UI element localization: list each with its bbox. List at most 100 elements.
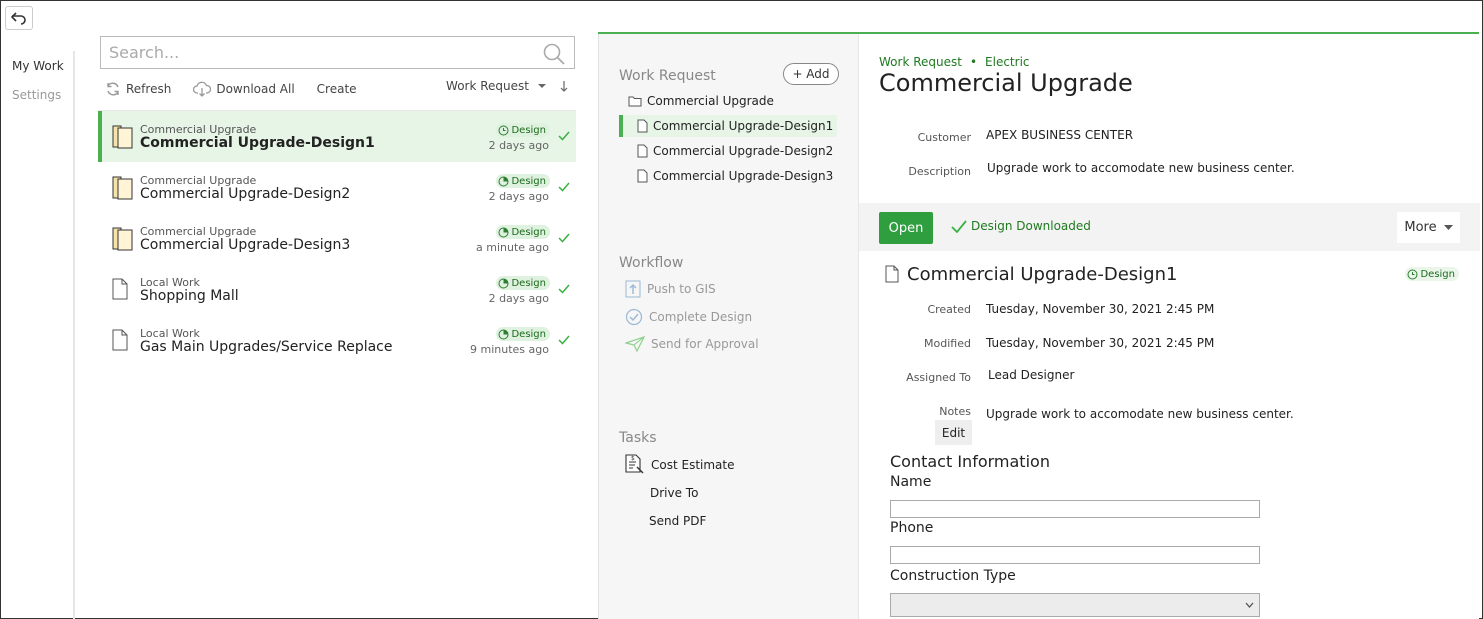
status-badge: Design — [496, 174, 550, 188]
breadcrumb: Work Request • Electric — [879, 55, 1030, 69]
push-to-gis-action[interactable]: Push to GIS — [625, 280, 716, 298]
refresh-button[interactable]: Refresh — [105, 81, 171, 97]
assigned-to-value: Lead Designer — [988, 368, 1075, 382]
phone-label: Phone — [890, 520, 934, 536]
tree-item-label: Commercial Upgrade-Design3 — [653, 169, 834, 183]
created-label: Created — [927, 303, 971, 316]
filter-dropdown[interactable]: Work Request — [446, 79, 529, 93]
document-icon — [637, 119, 648, 133]
badge-label: Design — [511, 328, 546, 340]
page-title: Commercial Upgrade — [879, 69, 1133, 97]
status-badge: Design — [496, 123, 550, 137]
check-icon — [558, 284, 570, 294]
check-icon — [558, 182, 570, 192]
task-send-pdf[interactable]: Send PDF — [649, 514, 706, 528]
caret-down-icon[interactable] — [537, 83, 547, 89]
design-title: Commercial Upgrade-Design1 — [907, 264, 1178, 285]
check-circle-icon — [625, 308, 643, 326]
filter-controls: Work Request — [446, 79, 569, 93]
name-field[interactable] — [890, 500, 1260, 518]
search-box — [100, 36, 575, 69]
tree-item-design3[interactable]: Commercial Upgrade-Design3 — [637, 169, 833, 183]
list-item[interactable]: Commercial Upgrade Commercial Upgrade-De… — [98, 162, 576, 213]
undo-icon — [11, 12, 26, 25]
description-label: Description — [908, 165, 971, 178]
list-item[interactable]: Local Work Gas Main Upgrades/Service Rep… — [98, 315, 576, 366]
nav-my-work[interactable]: My Work — [1, 51, 75, 80]
caret-down-icon — [1443, 225, 1453, 230]
badge-label: Design — [511, 175, 546, 187]
folder-icon — [628, 96, 642, 107]
status-badge: Design — [496, 276, 550, 290]
refresh-icon — [107, 82, 119, 96]
upload-icon — [625, 280, 641, 298]
modified-label: Modified — [924, 337, 971, 350]
nav-settings[interactable]: Settings — [1, 80, 75, 109]
more-button[interactable]: More — [1397, 212, 1460, 243]
cloud-download-icon — [193, 81, 212, 97]
complete-design-action[interactable]: Complete Design — [625, 308, 752, 326]
open-button[interactable]: Open — [879, 212, 933, 244]
check-icon — [951, 219, 967, 233]
more-label: More — [1404, 220, 1437, 235]
customer-value: APEX BUSINESS CENTER — [986, 128, 1134, 142]
phone-field[interactable] — [890, 546, 1260, 564]
name-label: Name — [890, 474, 932, 490]
check-icon — [558, 233, 570, 243]
search-input[interactable] — [109, 43, 529, 62]
construction-type-label: Construction Type — [890, 568, 1016, 584]
badge-label: Design — [511, 277, 546, 289]
assigned-to-label: Assigned To — [906, 371, 971, 384]
tree-item-label: Commercial Upgrade-Design1 — [653, 119, 834, 133]
breadcrumb-work-request[interactable]: Work Request — [879, 55, 962, 69]
download-all-label: Download All — [216, 82, 295, 96]
search-icon[interactable] — [542, 42, 566, 69]
list-item[interactable]: Commercial Upgrade Commercial Upgrade-De… — [98, 213, 576, 264]
edit-notes-button[interactable]: Edit — [935, 420, 972, 445]
chevron-down-icon — [1245, 602, 1254, 608]
sort-arrow-icon[interactable] — [559, 80, 569, 92]
task-cost-estimate[interactable]: Cost Estimate — [651, 458, 735, 472]
construction-type-select[interactable] — [890, 593, 1260, 617]
back-button[interactable] — [5, 6, 33, 30]
clock-icon — [498, 125, 509, 135]
side-nav: My Work Settings — [1, 51, 75, 109]
item-time: 2 days ago — [488, 139, 549, 152]
badge-label: Design — [511, 226, 546, 238]
design-status-badge: Design — [1405, 267, 1459, 281]
send-for-approval-action[interactable]: Send for Approval — [625, 336, 759, 352]
list-item[interactable]: Commercial Upgrade Commercial Upgrade-De… — [98, 111, 576, 162]
item-title: Commercial Upgrade-Design3 — [140, 237, 351, 253]
tree-item-design1[interactable]: Commercial Upgrade-Design1 — [637, 119, 833, 133]
tree-item-label: Commercial Upgrade-Design2 — [653, 144, 834, 158]
notes-label: Notes — [939, 405, 971, 418]
push-to-gis-label: Push to GIS — [647, 282, 716, 296]
work-request-panel: Work Request + Add Commercial Upgrade Co… — [598, 34, 858, 619]
work-list: Commercial Upgrade Commercial Upgrade-De… — [98, 110, 576, 366]
create-button[interactable]: Create — [317, 82, 357, 96]
download-status-label: Design Downloaded — [971, 219, 1091, 233]
download-all-button[interactable]: Download All — [193, 81, 295, 97]
item-title: Shopping Mall — [140, 288, 239, 304]
refresh-label: Refresh — [126, 82, 172, 96]
task-drive-to[interactable]: Drive To — [650, 486, 698, 500]
complete-design-label: Complete Design — [649, 310, 753, 324]
add-button[interactable]: + Add — [783, 63, 839, 85]
description-value: Upgrade work to accomodate new business … — [987, 161, 1295, 175]
check-icon — [558, 131, 570, 141]
tree-folder[interactable]: Commercial Upgrade — [628, 94, 774, 108]
pie-status-icon — [498, 227, 509, 237]
breadcrumb-electric[interactable]: Electric — [985, 55, 1029, 69]
design-book-icon — [112, 227, 133, 251]
item-time: 9 minutes ago — [470, 343, 549, 356]
item-title: Commercial Upgrade-Design1 — [140, 135, 375, 151]
modified-value: Tuesday, November 30, 2021 2:45 PM — [986, 336, 1215, 350]
list-item[interactable]: Local Work Shopping Mall Design 2 days a… — [98, 264, 576, 315]
svg-text:$: $ — [631, 455, 635, 462]
notes-value: Upgrade work to accomodate new business … — [986, 407, 1294, 421]
pie-status-icon — [498, 278, 509, 288]
customer-label: Customer — [917, 131, 971, 144]
clock-icon — [1407, 269, 1418, 279]
detail-panel: Work Request • Electric Commercial Upgrade… — [858, 34, 1480, 619]
tree-item-design2[interactable]: Commercial Upgrade-Design2 — [637, 144, 833, 158]
